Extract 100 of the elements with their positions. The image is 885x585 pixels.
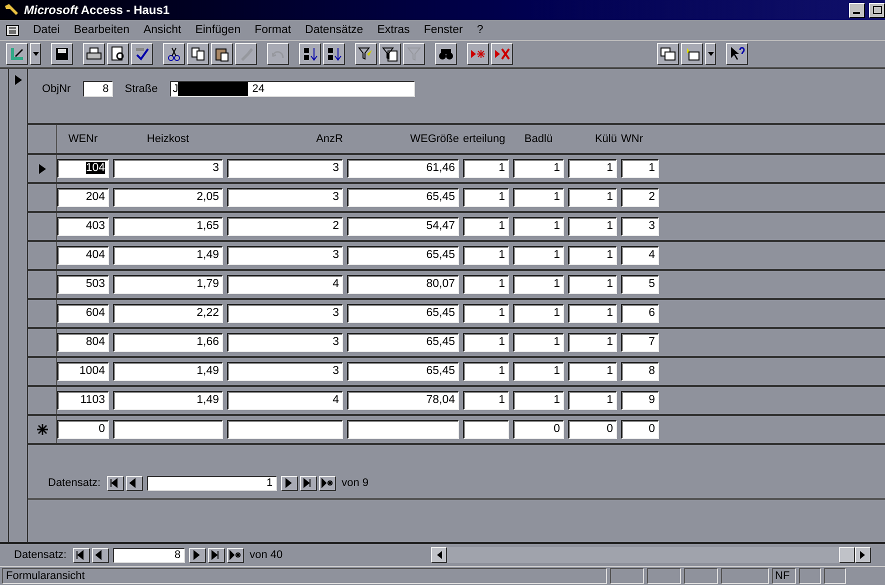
table-cell[interactable]: 78,04 [347, 391, 459, 410]
text-field[interactable]: J 24 [170, 81, 415, 97]
table-cell[interactable]: 1 [513, 159, 564, 178]
table-cell[interactable]: 1 [513, 275, 564, 294]
toolbar-button[interactable] [107, 43, 129, 65]
table-cell[interactable]: 1,49 [113, 391, 223, 410]
table-cell[interactable]: 1 [463, 246, 509, 265]
table-cell[interactable]: 1 [513, 304, 564, 323]
table-cell[interactable]: 8 [621, 362, 659, 381]
table-cell[interactable]: 1,65 [113, 217, 223, 236]
table-cell[interactable]: 1004 [57, 362, 109, 381]
table-cell[interactable]: 1 [568, 333, 617, 352]
table-cell[interactable]: 1 [463, 391, 509, 410]
table-cell[interactable]: 104 [57, 159, 109, 178]
table-cell[interactable] [347, 420, 459, 439]
table-cell[interactable]: 3 [227, 159, 343, 178]
record-number-field[interactable]: 1 [146, 476, 277, 490]
toolbar-button[interactable] [681, 43, 703, 65]
table-cell[interactable]: 0 [513, 420, 564, 439]
table-cell[interactable]: 1 [463, 159, 509, 178]
table-cell[interactable]: 403 [57, 217, 109, 236]
table-cell[interactable]: 1 [463, 217, 509, 236]
table-cell[interactable]: 204 [57, 188, 109, 207]
menu-item[interactable]: Fenster [424, 24, 463, 36]
first-record-button[interactable] [72, 548, 90, 562]
record-number-field[interactable]: 8 [112, 548, 185, 562]
table-cell[interactable]: 1 [568, 391, 617, 410]
table-cell[interactable]: 1,66 [113, 333, 223, 352]
table-cell[interactable]: 3 [227, 188, 343, 207]
table-cell[interactable]: 1,49 [113, 246, 223, 265]
prev-record-button[interactable] [126, 476, 143, 490]
table-cell[interactable]: 54,47 [347, 217, 459, 236]
table-cell[interactable]: 1 [568, 246, 617, 265]
table-cell[interactable]: 65,45 [347, 333, 459, 352]
toolbar-button[interactable] [705, 43, 716, 65]
table-cell[interactable]: 1,49 [113, 362, 223, 381]
table-cell[interactable]: 3 [621, 217, 659, 236]
table-cell[interactable]: 65,45 [347, 246, 459, 265]
first-record-button[interactable] [106, 476, 124, 490]
toolbar-button[interactable] [657, 43, 679, 65]
maximize-button[interactable] [869, 2, 885, 18]
table-cell[interactable]: 1 [568, 362, 617, 381]
table-cell[interactable]: 804 [57, 333, 109, 352]
menu-item[interactable]: ? [476, 24, 484, 36]
toolbar-button[interactable] [131, 43, 153, 65]
table-cell[interactable]: 404 [57, 246, 109, 265]
minimize-button[interactable] [849, 2, 865, 18]
toolbar-button[interactable] [355, 43, 377, 65]
last-record-button[interactable] [208, 548, 225, 562]
table-cell[interactable]: 503 [57, 275, 109, 294]
toolbar-button[interactable] [211, 43, 233, 65]
menu-item[interactable]: Einfügen [195, 24, 241, 36]
table-cell[interactable]: 1 [568, 304, 617, 323]
toolbar-button[interactable] [187, 43, 209, 65]
menu-item[interactable]: Bearbeiten [74, 24, 130, 36]
table-cell[interactable]: 0 [621, 420, 659, 439]
prev-record-button[interactable] [92, 548, 109, 562]
record-selector[interactable] [8, 69, 28, 542]
table-cell[interactable]: 1,79 [113, 275, 223, 294]
table-cell[interactable]: 3 [227, 333, 343, 352]
table-cell[interactable]: 9 [621, 391, 659, 410]
toolbar-button[interactable] [323, 43, 345, 65]
last-record-button[interactable] [300, 476, 317, 490]
table-cell[interactable]: 4 [227, 275, 343, 294]
menu-item[interactable]: Extras [377, 24, 410, 36]
toolbar-button[interactable] [51, 43, 73, 65]
toolbar-button[interactable] [163, 43, 185, 65]
table-cell[interactable]: 1 [513, 246, 564, 265]
table-cell[interactable]: 1 [513, 333, 564, 352]
table-cell[interactable]: 0 [57, 420, 109, 439]
table-cell[interactable]: 1 [513, 391, 564, 410]
table-cell[interactable]: 0 [568, 420, 617, 439]
table-cell[interactable]: 4 [227, 391, 343, 410]
toolbar-button[interactable] [379, 43, 401, 65]
toolbar-button[interactable] [491, 43, 513, 65]
table-cell[interactable]: 80,07 [347, 275, 459, 294]
new-record-button[interactable] [318, 476, 336, 490]
table-cell[interactable] [227, 420, 343, 439]
table-cell[interactable]: 3 [227, 304, 343, 323]
table-cell[interactable]: 2 [227, 217, 343, 236]
table-cell[interactable]: 4 [621, 246, 659, 265]
table-cell[interactable]: 65,45 [347, 304, 459, 323]
table-cell[interactable]: 1 [513, 217, 564, 236]
form-icon[interactable] [6, 24, 19, 36]
table-cell[interactable]: 7 [621, 333, 659, 352]
table-cell[interactable]: 1 [463, 362, 509, 381]
next-record-button[interactable] [188, 548, 206, 562]
toolbar-button[interactable] [435, 43, 457, 65]
toolbar-button[interactable] [30, 43, 41, 65]
table-cell[interactable]: 1 [463, 188, 509, 207]
table-cell[interactable]: 65,45 [347, 188, 459, 207]
table-cell[interactable]: 2,05 [113, 188, 223, 207]
table-cell[interactable]: 1 [621, 159, 659, 178]
table-cell[interactable]: 5 [621, 275, 659, 294]
table-cell[interactable]: 3 [113, 159, 223, 178]
table-cell[interactable]: 1 [513, 188, 564, 207]
table-cell[interactable]: 6 [621, 304, 659, 323]
scroll-thumb[interactable] [839, 547, 855, 563]
menu-item[interactable]: Format [254, 24, 292, 36]
scroll-left-button[interactable] [431, 547, 447, 563]
